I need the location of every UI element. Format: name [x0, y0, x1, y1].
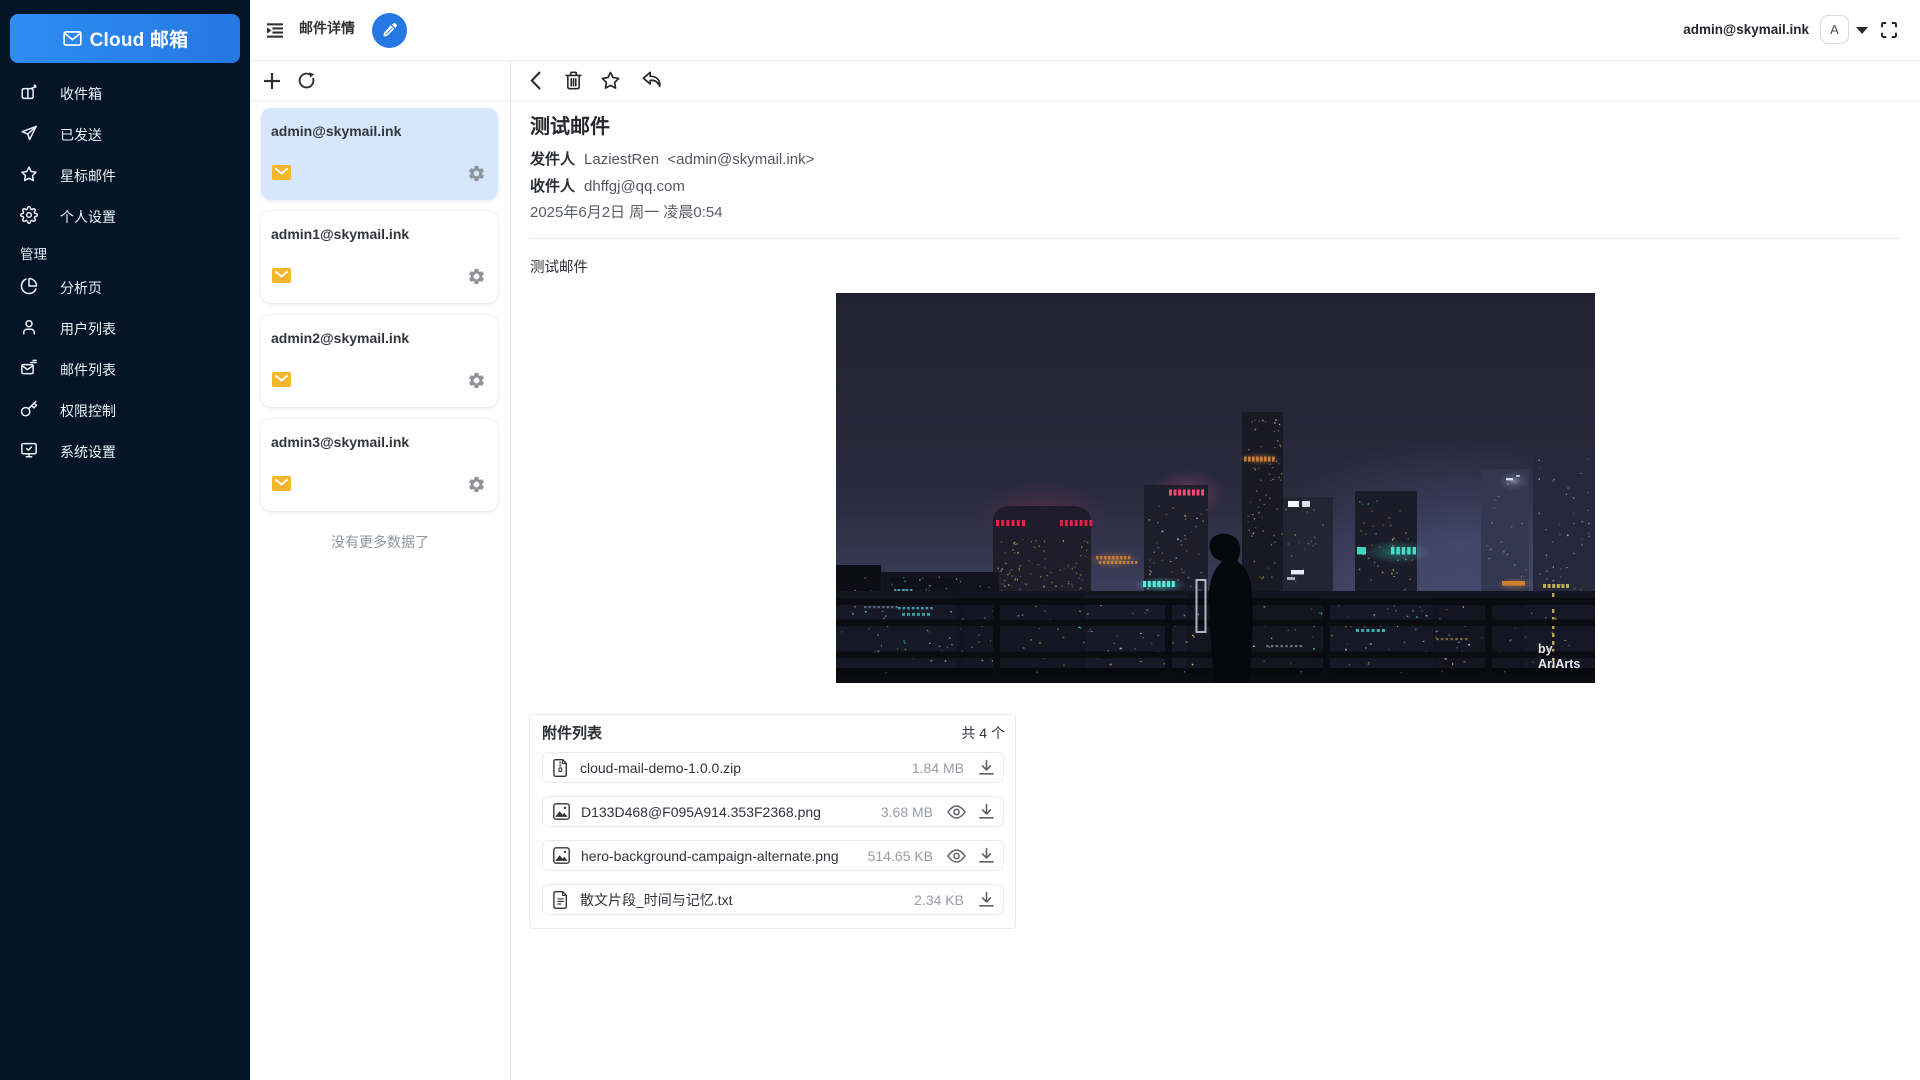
svg-text:by: by [1538, 642, 1553, 656]
svg-text:AriArts: AriArts [1538, 657, 1580, 671]
